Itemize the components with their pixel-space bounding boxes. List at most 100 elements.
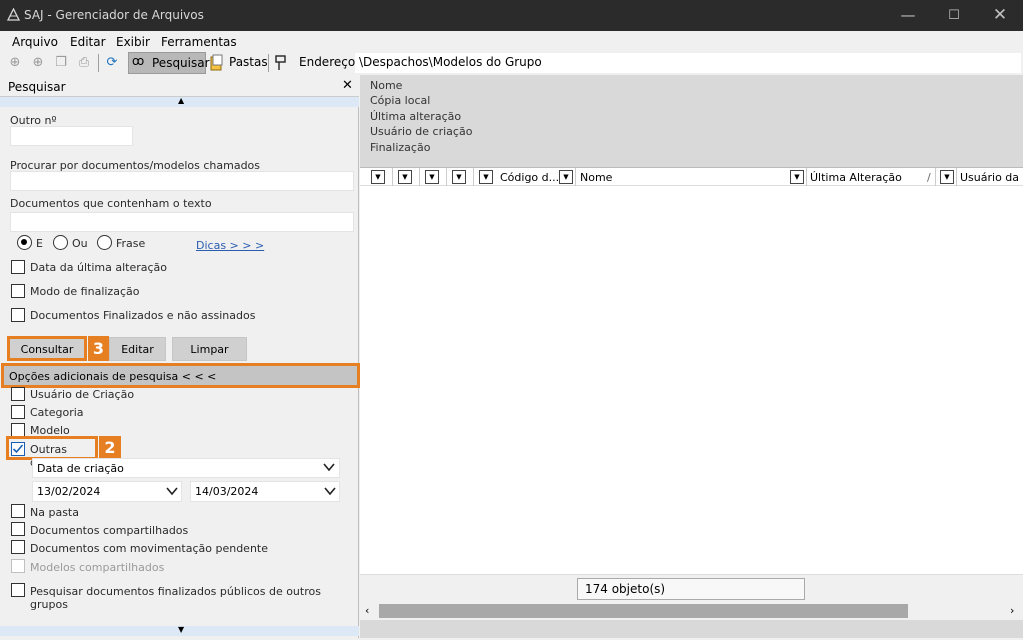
- chevron-down-icon: [323, 461, 335, 476]
- close-button[interactable]: ✕: [977, 0, 1023, 31]
- checkbox-finalizados-label: Documentos Finalizados e não assinados: [30, 309, 256, 322]
- column-separator: [806, 168, 807, 186]
- checkbox-modo-finalizacao[interactable]: [11, 284, 25, 298]
- column-filter-dropdown[interactable]: ▼: [371, 170, 385, 184]
- opcoes-adicionais-header[interactable]: Opções adicionais de pesquisa < < <: [1, 363, 360, 388]
- toolbar-separator: [268, 54, 269, 72]
- column-filter-dropdown[interactable]: ▼: [398, 170, 412, 184]
- checkbox-modelo[interactable]: [11, 423, 25, 437]
- search-panel-title: Pesquisar: [8, 80, 66, 94]
- column-separator: [392, 168, 393, 186]
- limpar-button[interactable]: Limpar: [172, 337, 247, 361]
- column-separator: [956, 168, 957, 186]
- radio-ou[interactable]: [53, 235, 68, 250]
- new-copy-icon[interactable]: ⊕: [29, 54, 47, 72]
- column-usuario[interactable]: Usuário da: [960, 171, 1019, 184]
- column-separator: [419, 168, 420, 186]
- folders-toggle-label[interactable]: Pastas: [229, 55, 268, 69]
- scroll-left-icon[interactable]: ‹: [365, 604, 369, 617]
- radio-e[interactable]: [17, 235, 32, 250]
- search-toggle-button[interactable]: ꝏ Pesquisar: [128, 52, 210, 74]
- pin-icon[interactable]: [274, 54, 288, 72]
- checkbox-na-pasta-label: Na pasta: [30, 506, 79, 519]
- checkbox-publicos-outros-grupos[interactable]: [11, 583, 25, 597]
- scroll-right-icon[interactable]: ›: [1010, 604, 1014, 617]
- checkbox-finalizados-nao-assinados[interactable]: [11, 308, 25, 322]
- results-list[interactable]: [360, 186, 1023, 574]
- checkbox-data-ultima-label: Data da última alteração: [30, 261, 167, 274]
- refresh-icon[interactable]: ⟳: [103, 54, 121, 72]
- bottom-bar: [360, 620, 1023, 638]
- column-codigo[interactable]: Código d...: [500, 171, 559, 184]
- date-to-picker[interactable]: 14/03/2024: [190, 481, 340, 502]
- menu-editar[interactable]: Editar: [70, 35, 106, 49]
- column-separator: [446, 168, 447, 186]
- column-filter-dropdown[interactable]: ▼: [940, 170, 954, 184]
- checkbox-categoria[interactable]: [11, 405, 25, 419]
- detail-field-usuario: Usuário de criação: [370, 125, 473, 138]
- window-title: SAJ - Gerenciador de Arquivos: [24, 8, 204, 22]
- search-panel-header: Pesquisar ✕: [0, 75, 359, 97]
- date-type-select[interactable]: Data de criação: [32, 458, 340, 478]
- minimize-button[interactable]: —: [885, 0, 931, 31]
- toolbar-separator: [98, 54, 99, 72]
- copy-icon[interactable]: ❐: [52, 54, 70, 72]
- object-count: 174 objeto(s): [577, 578, 805, 600]
- horizontal-scrollbar[interactable]: ‹ ›: [360, 602, 1023, 620]
- address-field[interactable]: \Despachos\Modelos do Grupo: [355, 53, 1021, 73]
- scroll-down-bar[interactable]: ▼: [0, 625, 359, 636]
- new-document-icon[interactable]: ⊕: [6, 54, 24, 72]
- radio-frase[interactable]: [97, 235, 112, 250]
- checkbox-compartilhados-label: Documentos compartilhados: [30, 524, 189, 537]
- checkbox-movimentacao-label: Documentos com movimentação pendente: [30, 542, 268, 555]
- texto-label: Documentos que contenham o texto: [10, 197, 212, 210]
- date-from-value: 13/02/2024: [37, 485, 101, 498]
- procurar-input[interactable]: [10, 171, 354, 191]
- consultar-button[interactable]: Consultar: [7, 336, 87, 361]
- column-header-row: ▼ ▼ ▼ ▼ ▼ Código d... ▼ Nome ▼ Última Al…: [360, 167, 1023, 186]
- outro-numero-input[interactable]: [10, 126, 133, 146]
- menu-arquivo[interactable]: Arquivo: [12, 35, 58, 49]
- column-filter-dropdown[interactable]: ▼: [425, 170, 439, 184]
- results-panel: Nome Cópia local Última alteração Usuári…: [360, 75, 1023, 638]
- print-icon[interactable]: ⎙: [75, 54, 93, 72]
- scroll-down-icon[interactable]: ▼: [178, 625, 184, 634]
- radio-e-label: E: [36, 237, 43, 250]
- texto-input[interactable]: [10, 212, 354, 232]
- maximize-button[interactable]: ☐: [931, 0, 977, 31]
- dicas-link[interactable]: Dicas > > >: [196, 239, 264, 252]
- column-separator: [935, 168, 936, 186]
- panel-close-icon[interactable]: ✕: [342, 78, 353, 93]
- column-filter-dropdown[interactable]: ▼: [479, 170, 493, 184]
- folders-icon[interactable]: [210, 54, 224, 72]
- checkbox-compartilhados[interactable]: [11, 522, 25, 536]
- scroll-up-icon[interactable]: ▲: [178, 96, 184, 105]
- checkbox-movimentacao-pendente[interactable]: [11, 540, 25, 554]
- editar-button[interactable]: Editar: [109, 337, 166, 361]
- menu-ferramentas[interactable]: Ferramentas: [161, 35, 237, 49]
- menu-exibir[interactable]: Exibir: [116, 35, 150, 49]
- scrollbar-thumb[interactable]: [379, 604, 908, 618]
- checkbox-categoria-label: Categoria: [30, 406, 84, 419]
- column-filter-dropdown[interactable]: ▼: [790, 170, 804, 184]
- column-filter-dropdown[interactable]: ▼: [452, 170, 466, 184]
- chevron-down-icon: [324, 485, 336, 500]
- date-to-value: 14/03/2024: [195, 485, 259, 498]
- annotation-badge-3: 3: [88, 336, 109, 361]
- binoculars-icon: ꝏ: [132, 54, 145, 68]
- column-nome[interactable]: Nome: [580, 171, 612, 184]
- checkbox-modo-finalizacao-label: Modo de finalização: [30, 285, 140, 298]
- checkbox-data-ultima[interactable]: [11, 260, 25, 274]
- checkbox-outras-datas[interactable]: [11, 442, 25, 456]
- title-bar: SAJ - Gerenciador de Arquivos — ☐ ✕: [0, 0, 1023, 31]
- checkbox-usuario-criacao-label: Usuário de Criação: [30, 388, 135, 401]
- checkbox-usuario-criacao[interactable]: [11, 387, 25, 401]
- column-filter-dropdown[interactable]: ▼: [559, 170, 573, 184]
- status-bar: 174 objeto(s): [360, 574, 1023, 604]
- checkbox-na-pasta[interactable]: [11, 504, 25, 518]
- radio-ou-label: Ou: [72, 237, 88, 250]
- column-ultima-alteracao[interactable]: Última Alteração: [810, 171, 902, 184]
- scroll-up-bar[interactable]: ▲: [0, 96, 359, 107]
- date-from-picker[interactable]: 13/02/2024: [32, 481, 182, 502]
- detail-field-nome: Nome: [370, 79, 403, 92]
